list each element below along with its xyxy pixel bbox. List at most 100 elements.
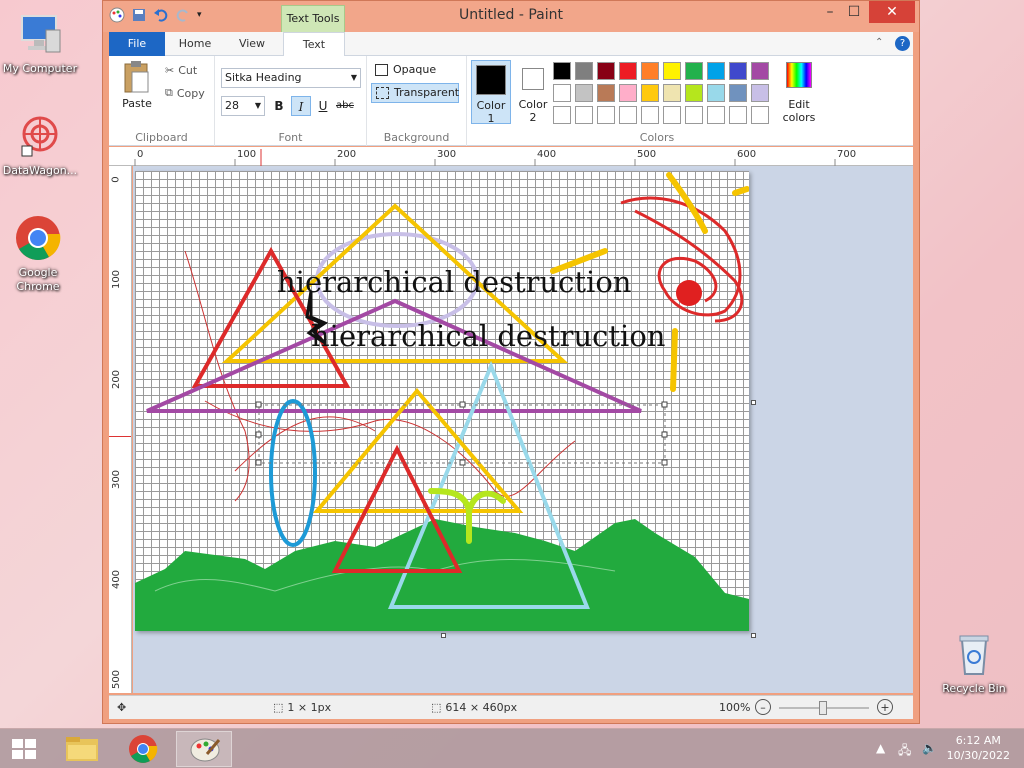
- help-icon[interactable]: ?: [895, 36, 910, 51]
- drawing-canvas[interactable]: hierarchical destruction hierarchical de…: [135, 171, 749, 631]
- edit-colors-button[interactable]: Edit colors: [779, 62, 819, 124]
- palette-swatch[interactable]: [641, 106, 659, 124]
- transparent-option[interactable]: Transparent: [371, 83, 459, 103]
- close-button[interactable]: ✕: [869, 1, 915, 23]
- font-size-select[interactable]: 28 ▼: [221, 96, 265, 116]
- taskbar-paint[interactable]: [176, 731, 232, 767]
- h-ruler-tick-label: 200: [337, 149, 357, 160]
- edit-colors-label-line2: colors: [782, 111, 816, 124]
- underline-button[interactable]: U: [313, 96, 333, 116]
- palette-swatch[interactable]: [685, 106, 703, 124]
- canvas-resize-handle-bottom[interactable]: [441, 633, 446, 638]
- opaque-option[interactable]: Opaque: [371, 61, 459, 81]
- opaque-label: Opaque: [393, 63, 437, 76]
- palette-swatch[interactable]: [553, 62, 571, 80]
- copy-button[interactable]: ⧉ Copy: [165, 86, 205, 100]
- maximize-button[interactable]: ☐: [839, 1, 869, 23]
- palette-swatch[interactable]: [575, 106, 593, 124]
- palette-swatch[interactable]: [619, 84, 637, 102]
- selection-size-value: 1 × 1px: [287, 701, 332, 714]
- taskbar-chrome[interactable]: [115, 731, 171, 767]
- zoom-out-button[interactable]: –: [755, 699, 771, 715]
- transparent-icon: [376, 87, 389, 99]
- palette-swatch[interactable]: [641, 62, 659, 80]
- palette-swatch[interactable]: [663, 62, 681, 80]
- show-hidden-icons[interactable]: ▲: [876, 741, 885, 755]
- window-title: Untitled - Paint: [459, 7, 563, 23]
- paste-button[interactable]: Paste: [117, 60, 157, 110]
- tab-view[interactable]: View: [225, 32, 279, 56]
- canvas-text-2: hierarchical destruction: [311, 319, 666, 353]
- palette-swatch[interactable]: [575, 84, 593, 102]
- tab-text[interactable]: Text: [283, 32, 345, 57]
- zoom-in-button[interactable]: +: [877, 699, 893, 715]
- palette-swatch[interactable]: [553, 106, 571, 124]
- font-family-select[interactable]: Sitka Heading ▼: [221, 68, 361, 88]
- volume-icon[interactable]: 🔈: [922, 741, 937, 755]
- taskbar-file-explorer[interactable]: [54, 731, 110, 767]
- paint-icon: [190, 738, 221, 762]
- tab-file[interactable]: File: [109, 32, 165, 56]
- desktop-icon-label: Google Chrome: [16, 266, 60, 293]
- font-group-label: Font: [278, 131, 303, 144]
- v-ruler-tick-label: 400: [111, 569, 123, 590]
- palette-swatch[interactable]: [685, 62, 703, 80]
- recycle-bin-icon: [950, 630, 998, 678]
- palette-swatch[interactable]: [597, 62, 615, 80]
- system-clock[interactable]: 6:12 AM 10/30/2022: [947, 733, 1010, 763]
- v-ruler-tick-label: 500: [111, 669, 123, 690]
- cut-button[interactable]: ✂ Cut: [165, 64, 197, 77]
- taskbar: ▲ 🖧 🔈 6:12 AM 10/30/2022: [0, 728, 1024, 768]
- palette-swatch[interactable]: [729, 84, 747, 102]
- bold-button[interactable]: B: [269, 96, 289, 116]
- canvas-resize-handle-right[interactable]: [751, 400, 756, 405]
- zoom-slider-thumb[interactable]: [819, 701, 827, 715]
- v-ruler-tick-label: 100: [111, 269, 123, 290]
- palette-swatch[interactable]: [663, 106, 681, 124]
- chrome-icon: [14, 214, 62, 262]
- palette-swatch[interactable]: [597, 106, 615, 124]
- palette-swatch[interactable]: [619, 62, 637, 80]
- palette-swatch[interactable]: [729, 106, 747, 124]
- canvas-work-area[interactable]: hierarchical destruction hierarchical de…: [133, 166, 913, 693]
- palette-swatch[interactable]: [751, 106, 769, 124]
- h-ruler-tick-label: 600: [737, 149, 757, 160]
- copy-icon: ⧉: [165, 86, 173, 99]
- desktop-icon-google-chrome[interactable]: Google Chrome: [0, 214, 78, 294]
- paint-window: ▾ Text Tools Untitled - Paint – ☐ ✕ File…: [102, 0, 920, 724]
- font-family-value: Sitka Heading: [225, 71, 302, 84]
- palette-swatch[interactable]: [641, 84, 659, 102]
- palette-swatch[interactable]: [553, 84, 571, 102]
- opaque-icon: [375, 64, 388, 76]
- color1-button[interactable]: Color 1: [471, 60, 511, 125]
- start-button[interactable]: [0, 731, 48, 767]
- horizontal-ruler: 0 100 200 300 400 500 600 700: [109, 147, 913, 166]
- palette-swatch[interactable]: [575, 62, 593, 80]
- h-ruler-tick-label: 500: [637, 149, 657, 160]
- desktop-icon-recycle-bin[interactable]: Recycle Bin: [934, 630, 1014, 696]
- tab-home[interactable]: Home: [167, 32, 223, 56]
- palette-swatch[interactable]: [685, 84, 703, 102]
- h-ruler-tick-label: 100: [237, 149, 257, 160]
- strikethrough-button[interactable]: abc: [335, 96, 355, 116]
- palette-swatch[interactable]: [597, 84, 615, 102]
- italic-button[interactable]: I: [291, 96, 311, 116]
- palette-swatch[interactable]: [707, 62, 725, 80]
- palette-swatch[interactable]: [751, 84, 769, 102]
- palette-swatch[interactable]: [619, 106, 637, 124]
- canvas-resize-handle-corner[interactable]: [751, 633, 756, 638]
- background-group: Opaque Transparent Background: [367, 56, 467, 146]
- palette-swatch[interactable]: [751, 62, 769, 80]
- palette-swatch[interactable]: [707, 106, 725, 124]
- palette-swatch[interactable]: [729, 62, 747, 80]
- desktop-icon-my-computer[interactable]: My Computer: [0, 10, 80, 76]
- collapse-ribbon-icon[interactable]: ⌃: [875, 37, 883, 48]
- edit-colors-label-line1: Edit: [788, 98, 810, 111]
- palette-swatch[interactable]: [663, 84, 681, 102]
- network-icon[interactable]: 🖧: [898, 741, 911, 762]
- desktop-icon-label: DataWagon...: [2, 164, 78, 177]
- desktop-icon-datawagon[interactable]: DataWagon...: [0, 112, 80, 178]
- color2-button[interactable]: Color 2: [513, 60, 553, 124]
- image-size-value: 614 × 460px: [445, 701, 518, 714]
- palette-swatch[interactable]: [707, 84, 725, 102]
